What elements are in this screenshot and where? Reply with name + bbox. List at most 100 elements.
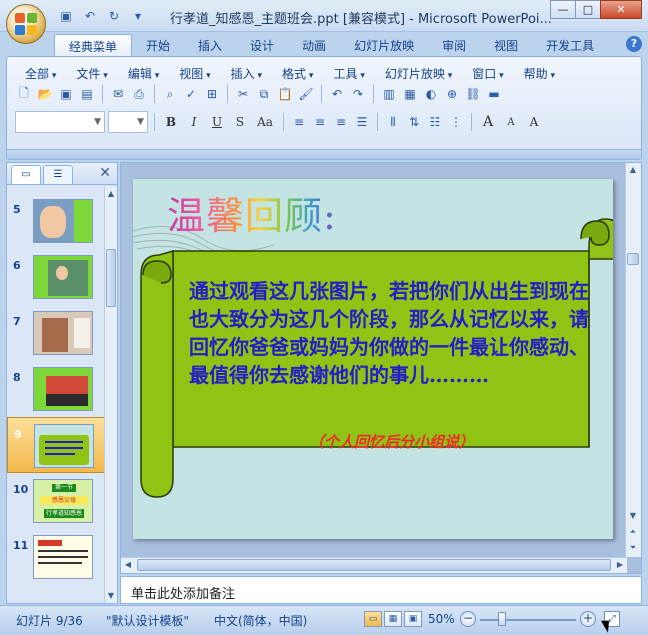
close-button[interactable]: ✕ — [600, 0, 642, 19]
outline-tab[interactable]: ☰ — [43, 165, 73, 184]
slideshow-view-icon[interactable]: ▣ — [404, 611, 422, 627]
thumbnails-scrollbar[interactable]: ▲ ▼ — [104, 187, 117, 603]
slide-thumb-row[interactable]: 7 — [7, 305, 105, 361]
hyperlink-icon[interactable]: ⛓ — [464, 85, 482, 103]
menu-file[interactable]: 文件 — [66, 63, 117, 84]
slide-thumb-row[interactable]: 10 第一节 感恩父母 行孝道知感恩 — [7, 473, 105, 529]
bold-button[interactable]: B — [161, 112, 181, 132]
language-indicator[interactable]: 中文(简体，中国) — [214, 612, 307, 629]
columns-icon[interactable]: ⫴ — [384, 113, 402, 131]
help-icon[interactable]: ? — [626, 36, 642, 52]
scroll-right-icon[interactable]: ▶ — [613, 558, 627, 572]
email-icon[interactable]: ✉ — [109, 85, 127, 103]
slide-thumb-row[interactable]: 8 — [7, 361, 105, 417]
table-icon[interactable]: ▦ — [401, 85, 419, 103]
scrollbar-thumb[interactable] — [627, 253, 639, 265]
align-center-icon[interactable]: ≡ — [311, 113, 329, 131]
zoom-slider-thumb[interactable] — [498, 612, 506, 626]
tab-classic-menu[interactable]: 经典菜单 — [54, 34, 133, 58]
text-direction-icon[interactable]: ⇅ — [405, 113, 423, 131]
qat-dropdown-icon[interactable]: ▾ — [128, 6, 148, 26]
next-slide-icon[interactable]: ⏷ — [626, 541, 640, 555]
font-name-combo[interactable]: ▼ — [15, 111, 105, 133]
copy-icon[interactable]: ⧉ — [255, 85, 273, 103]
tab-slideshow[interactable]: 幻灯片放映 — [340, 34, 428, 58]
change-case-button[interactable]: Aa — [253, 112, 277, 132]
save-icon[interactable]: ▣ — [57, 85, 75, 103]
shadow-button[interactable]: S — [230, 112, 250, 132]
chart-icon[interactable]: ▥ — [380, 85, 398, 103]
new-file-icon[interactable]: 🗋 — [15, 85, 33, 103]
slide-sorter-icon[interactable]: ▦ — [384, 611, 402, 627]
undo-icon[interactable]: ↶ — [328, 85, 346, 103]
slide-canvas[interactable]: 温馨回顾: 通过观看这几张图片，若把你们从出生到现在也大致分为这几个阶段，那么从… — [133, 179, 613, 539]
normal-view-icon[interactable]: ▭ — [364, 611, 382, 627]
align-left-icon[interactable]: ≡ — [290, 113, 308, 131]
font-size-combo[interactable]: ▼ — [108, 111, 148, 133]
tab-home[interactable]: 开始 — [132, 34, 184, 58]
permission-icon[interactable]: ▤ — [78, 85, 96, 103]
scroll-up-icon[interactable]: ▲ — [626, 163, 640, 177]
save-icon[interactable]: ▣ — [56, 6, 76, 26]
grow-font-button[interactable]: A — [478, 112, 498, 132]
justify-icon[interactable]: ☰ — [353, 113, 371, 131]
maximize-button[interactable]: □ — [575, 0, 601, 19]
redo-icon[interactable]: ↷ — [349, 85, 367, 103]
tab-developer[interactable]: 开发工具 — [532, 34, 608, 58]
menu-format[interactable]: 格式 — [272, 63, 323, 84]
tab-animation[interactable]: 动画 — [288, 34, 340, 58]
slide-thumb-row[interactable]: 11 — [7, 529, 105, 585]
slide-title[interactable]: 温馨回顾: — [167, 185, 337, 240]
scroll-down-icon[interactable]: ▼ — [626, 509, 640, 523]
scroll-up-icon[interactable]: ▲ — [104, 187, 118, 201]
align-right-icon[interactable]: ≡ — [332, 113, 350, 131]
slide-thumb-row[interactable]: 6 — [7, 249, 105, 305]
notes-placeholder[interactable]: 单击此处添加备注 — [131, 583, 235, 602]
zoom-in-icon[interactable]: + — [580, 611, 596, 627]
underline-button[interactable]: U — [207, 112, 227, 132]
tab-review[interactable]: 审阅 — [428, 34, 480, 58]
editor-vertical-scrollbar[interactable]: ▲ ▼ ⏶ ⏷ — [625, 163, 641, 557]
print-icon[interactable]: ⎙ — [130, 85, 148, 103]
notes-pane[interactable]: 单击此处添加备注 — [120, 576, 642, 604]
scroll-down-icon[interactable]: ▼ — [104, 589, 118, 603]
close-icon[interactable]: ✕ — [99, 165, 111, 181]
zoom-out-icon[interactable]: − — [460, 611, 476, 627]
research-icon[interactable]: ⊞ — [203, 85, 221, 103]
tab-view[interactable]: 视图 — [480, 34, 532, 58]
previous-slide-icon[interactable]: ⏶ — [626, 525, 640, 539]
menu-view[interactable]: 视图 — [169, 63, 220, 84]
menu-window[interactable]: 窗口 — [462, 63, 513, 84]
menu-slideshow[interactable]: 幻灯片放映 — [375, 63, 462, 84]
redo-icon[interactable]: ↻ — [104, 6, 124, 26]
spelling-icon[interactable]: ✓ — [182, 85, 200, 103]
office-button[interactable] — [6, 4, 46, 44]
minimize-button[interactable]: — — [550, 0, 576, 19]
scrollbar-thumb[interactable] — [106, 249, 116, 307]
cut-icon[interactable]: ✂ — [234, 85, 252, 103]
menu-insert[interactable]: 插入 — [221, 63, 272, 84]
open-folder-icon[interactable]: 📂 — [36, 85, 54, 103]
format-painter-icon[interactable]: 🖌 — [297, 85, 315, 103]
display-icon[interactable]: ▬ — [485, 85, 503, 103]
slide-note-text[interactable]: （个人回忆后分小组说） — [309, 431, 474, 452]
tab-design[interactable]: 设计 — [236, 34, 288, 58]
paste-icon[interactable]: 📋 — [276, 85, 294, 103]
numbering-icon[interactable]: ⋮ — [447, 113, 465, 131]
menu-tools[interactable]: 工具 — [323, 63, 374, 84]
shrink-font-button[interactable]: A — [501, 112, 521, 132]
slide-thumb-row-selected[interactable]: 9 — [7, 417, 105, 473]
bullets-icon[interactable]: ☷ — [426, 113, 444, 131]
menu-help[interactable]: 帮助 — [514, 63, 565, 84]
scroll-left-icon[interactable]: ◀ — [121, 558, 135, 572]
print-preview-icon[interactable]: ⌕ — [161, 85, 179, 103]
design-template[interactable]: "默认设计模板" — [106, 612, 189, 629]
clear-format-button[interactable]: A — [524, 112, 544, 132]
slide-body-text[interactable]: 通过观看这几张图片，若把你们从出生到现在也大致分为这几个阶段，那么从记忆以来，请… — [189, 277, 607, 389]
zoom-slider-track[interactable] — [480, 619, 576, 621]
menu-edit[interactable]: 编辑 — [118, 63, 169, 84]
expand-icon[interactable]: ⊕ — [443, 85, 461, 103]
color-grayscale-icon[interactable]: ◐ — [422, 85, 440, 103]
slides-tab[interactable]: ▭ — [11, 165, 41, 184]
tab-insert[interactable]: 插入 — [184, 34, 236, 58]
